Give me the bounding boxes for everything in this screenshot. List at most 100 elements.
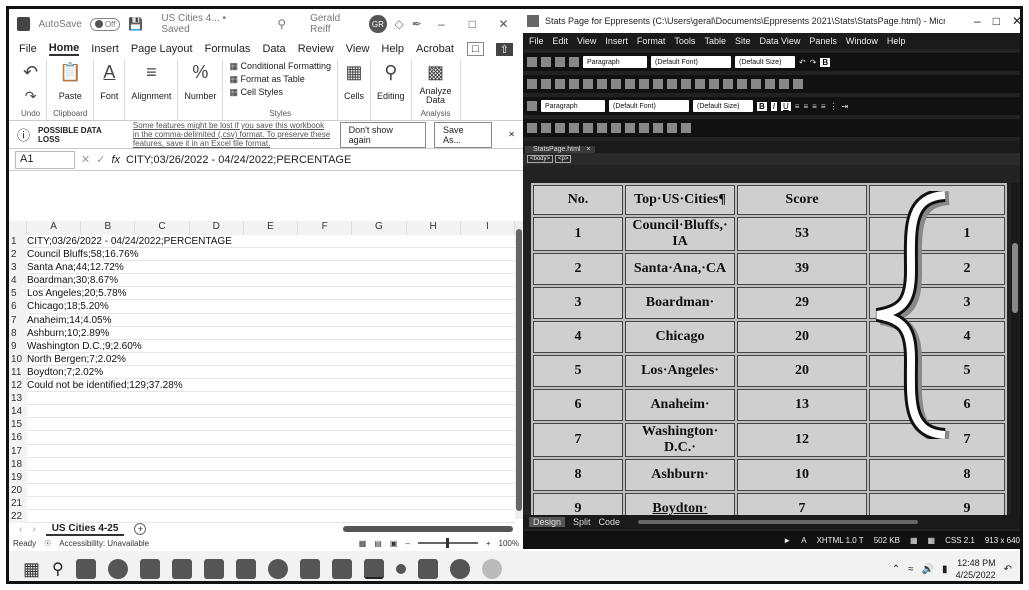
analyze-data-icon[interactable]: ▩	[427, 61, 444, 83]
row-number[interactable]: 17	[9, 444, 27, 458]
scroll-thumb[interactable]	[516, 229, 522, 511]
ew-horizontal-scrollbar[interactable]	[638, 520, 919, 524]
paste-icon[interactable]: 📋	[59, 61, 81, 83]
doc-title[interactable]: US Cities 4... • Saved	[161, 13, 253, 35]
save-as-button[interactable]: Save As...	[434, 121, 493, 148]
cell-no[interactable]: 7	[533, 423, 623, 457]
header-score[interactable]: Score	[737, 185, 867, 215]
ew-scroll-thumb[interactable]	[1012, 243, 1018, 313]
store-icon[interactable]	[139, 559, 160, 579]
toolbar-icon[interactable]	[569, 79, 579, 89]
zoom-level[interactable]: 100%	[499, 539, 519, 548]
infobar-message[interactable]: Some features might be lost if you save …	[133, 121, 332, 148]
chrome-icon[interactable]	[449, 559, 470, 579]
font-select-1[interactable]: (Default Font)	[651, 56, 731, 68]
cell-score[interactable]: 7	[737, 493, 867, 515]
ew-menu-window[interactable]: Window	[846, 36, 878, 46]
status-cursor-icon[interactable]: ▦	[910, 536, 918, 545]
cell-city[interactable]: Los·Angeles·	[625, 355, 735, 387]
toolbar-icon[interactable]	[709, 79, 719, 89]
cell-a[interactable]: Washington D.C.;9;2.60%	[27, 340, 515, 353]
select-all-corner[interactable]	[9, 221, 27, 235]
row-number[interactable]: 12	[9, 379, 27, 393]
format-as-table-button[interactable]: ▦ Format as Table	[229, 74, 331, 85]
column-header[interactable]: D	[190, 221, 244, 235]
document-tab[interactable]: StatsPage.html ×	[525, 146, 595, 153]
cell-a[interactable]: CITY;03/26/2022 - 04/24/2022;PERCENTAGE	[27, 235, 515, 249]
toolbar-icon[interactable]	[555, 123, 565, 133]
row-number[interactable]: 13	[9, 392, 27, 406]
analyze-data-button[interactable]: Analyze Data	[418, 87, 454, 105]
cell-a[interactable]	[27, 418, 515, 432]
row-number[interactable]: 10	[9, 352, 27, 366]
cell-score[interactable]: 20	[737, 321, 867, 353]
sheet-tab[interactable]: US Cities 4-25	[45, 523, 125, 536]
file-explorer-icon[interactable]	[75, 559, 96, 579]
toolbar-icon[interactable]	[765, 79, 775, 89]
cell-a[interactable]	[27, 471, 515, 484]
user-name[interactable]: Gerald Reiff	[310, 13, 361, 35]
cell-no[interactable]: 8	[533, 459, 623, 491]
ew-menu-help[interactable]: Help	[887, 36, 906, 46]
cell-a[interactable]	[27, 497, 515, 510]
font-select-2[interactable]: (Default Font)	[609, 100, 689, 112]
next-sheet-icon[interactable]: ›	[32, 524, 35, 535]
font-color-icon[interactable]: A	[103, 61, 115, 83]
indent-icon[interactable]: ⇥	[841, 102, 848, 111]
chevron-up-icon[interactable]: ⌃	[892, 564, 900, 575]
battery-icon[interactable]: ▮	[942, 564, 948, 575]
ew-minimize-button[interactable]: –	[974, 14, 981, 28]
split-view-tab[interactable]: Split	[573, 517, 591, 527]
ew-close-button[interactable]: ✕	[1012, 14, 1020, 28]
toolbar-icon[interactable]	[779, 79, 789, 89]
menu-page-layout[interactable]: Page Layout	[131, 43, 193, 55]
design-view-page[interactable]: No. Top·US·Cities¶ Score No. 1 Council·Bl…	[531, 183, 1007, 515]
bold-icon[interactable]: B	[820, 57, 831, 67]
ew-menu-view[interactable]: View	[577, 36, 596, 46]
toolbar-icon[interactable]	[583, 79, 593, 89]
formula-input[interactable]: CITY;03/26/2022 - 04/24/2022;PERCENTAGE	[126, 154, 351, 166]
status-doctype[interactable]: XHTML 1.0 T	[817, 536, 864, 545]
justify-icon[interactable]: ≡	[821, 102, 826, 111]
row-number[interactable]: 21	[9, 496, 27, 510]
size-select-2[interactable]: (Default Size)	[693, 100, 753, 112]
toolbar-icon[interactable]	[681, 79, 691, 89]
menu-insert[interactable]: Insert	[91, 43, 119, 55]
cell-a[interactable]: Santa Ana;44;12.72%	[27, 261, 515, 275]
row-number[interactable]: 15	[9, 418, 27, 432]
new-icon[interactable]	[527, 57, 537, 67]
row-number[interactable]: 7	[9, 313, 27, 327]
row-number[interactable]: 6	[9, 300, 27, 314]
ew-menu-data-view[interactable]: Data View	[759, 36, 800, 46]
spreadsheet-grid[interactable]: A B C D E F G H I 1 CITY;03/26/2022 - 04/…	[9, 221, 515, 524]
avatar[interactable]: GR	[369, 15, 387, 33]
toolbar-icon[interactable]	[695, 79, 705, 89]
menu-view[interactable]: View	[346, 43, 370, 55]
page-break-icon[interactable]: ▣	[390, 539, 398, 548]
minimize-button[interactable]: –	[430, 17, 453, 31]
column-header[interactable]: H	[407, 221, 461, 235]
save-icon[interactable]	[555, 57, 565, 67]
dont-show-again-button[interactable]: Don't show again	[339, 121, 427, 148]
toolbar-icon[interactable]	[597, 123, 607, 133]
horizontal-scrollbar[interactable]	[343, 526, 513, 532]
row-number[interactable]: 4	[9, 274, 27, 288]
column-header[interactable]: F	[298, 221, 353, 235]
expression-web-icon[interactable]	[363, 559, 384, 579]
paste-button[interactable]: Paste	[59, 91, 82, 101]
column-header[interactable]: E	[244, 221, 299, 235]
zoom-in-icon[interactable]: +	[486, 539, 491, 548]
ew-vertical-scrollbar[interactable]	[1011, 183, 1019, 515]
column-header[interactable]: I	[461, 221, 515, 235]
toolbar-icon[interactable]	[569, 123, 579, 133]
page-layout-icon[interactable]: ▤	[374, 539, 382, 548]
toolbar-icon[interactable]	[723, 79, 733, 89]
status-play-icon[interactable]: ►	[783, 536, 791, 545]
header-no[interactable]: No.	[533, 185, 623, 215]
share-icon[interactable]: ⇧	[495, 42, 513, 56]
snip-icon[interactable]	[299, 559, 320, 579]
menu-acrobat[interactable]: Acrobat	[416, 43, 454, 55]
cell-score[interactable]: 53	[737, 217, 867, 251]
column-header[interactable]: A	[27, 221, 82, 235]
comments-icon[interactable]: □	[467, 42, 484, 56]
